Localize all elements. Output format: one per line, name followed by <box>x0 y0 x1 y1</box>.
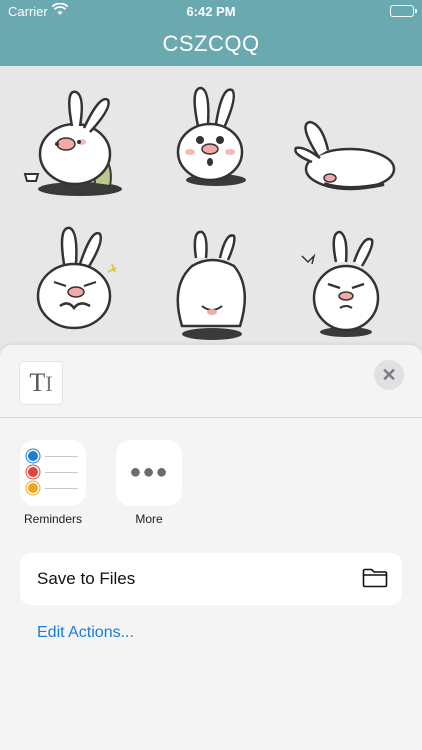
divider <box>0 417 422 418</box>
bunny-sticker-6[interactable] <box>282 224 412 344</box>
more-icon: ●●● <box>116 440 182 506</box>
battery-icon <box>390 5 417 17</box>
bunny-sticker-4[interactable] <box>12 224 142 344</box>
nav-title: CSZCQQ <box>162 31 260 56</box>
share-sheet: TI ✕ Reminders ●●● More Save to Files Ed… <box>0 345 422 750</box>
save-to-files-label: Save to Files <box>37 569 136 588</box>
bunny-sticker-3[interactable] <box>288 84 418 204</box>
sticker-grid <box>0 66 422 356</box>
bunny-sticker-2[interactable] <box>146 82 276 202</box>
save-to-files-button[interactable]: Save to Files <box>20 553 402 605</box>
bunny-sticker-1[interactable] <box>10 84 140 204</box>
navigation-bar: CSZCQQ <box>0 22 422 66</box>
app-more[interactable]: ●●● More <box>116 440 182 526</box>
folder-icon <box>362 568 388 593</box>
app-reminders[interactable]: Reminders <box>20 440 86 526</box>
status-bar: Carrier 6:42 PM <box>0 0 422 22</box>
app-label-reminders: Reminders <box>23 512 83 526</box>
text-document-icon: TI <box>20 362 62 404</box>
bunny-sticker-5[interactable] <box>148 226 278 346</box>
app-label-more: More <box>135 512 163 526</box>
close-button[interactable]: ✕ <box>374 360 404 390</box>
clock: 6:42 PM <box>186 4 236 19</box>
edit-actions-link[interactable]: Edit Actions... <box>37 624 134 642</box>
reminders-icon <box>20 440 86 506</box>
